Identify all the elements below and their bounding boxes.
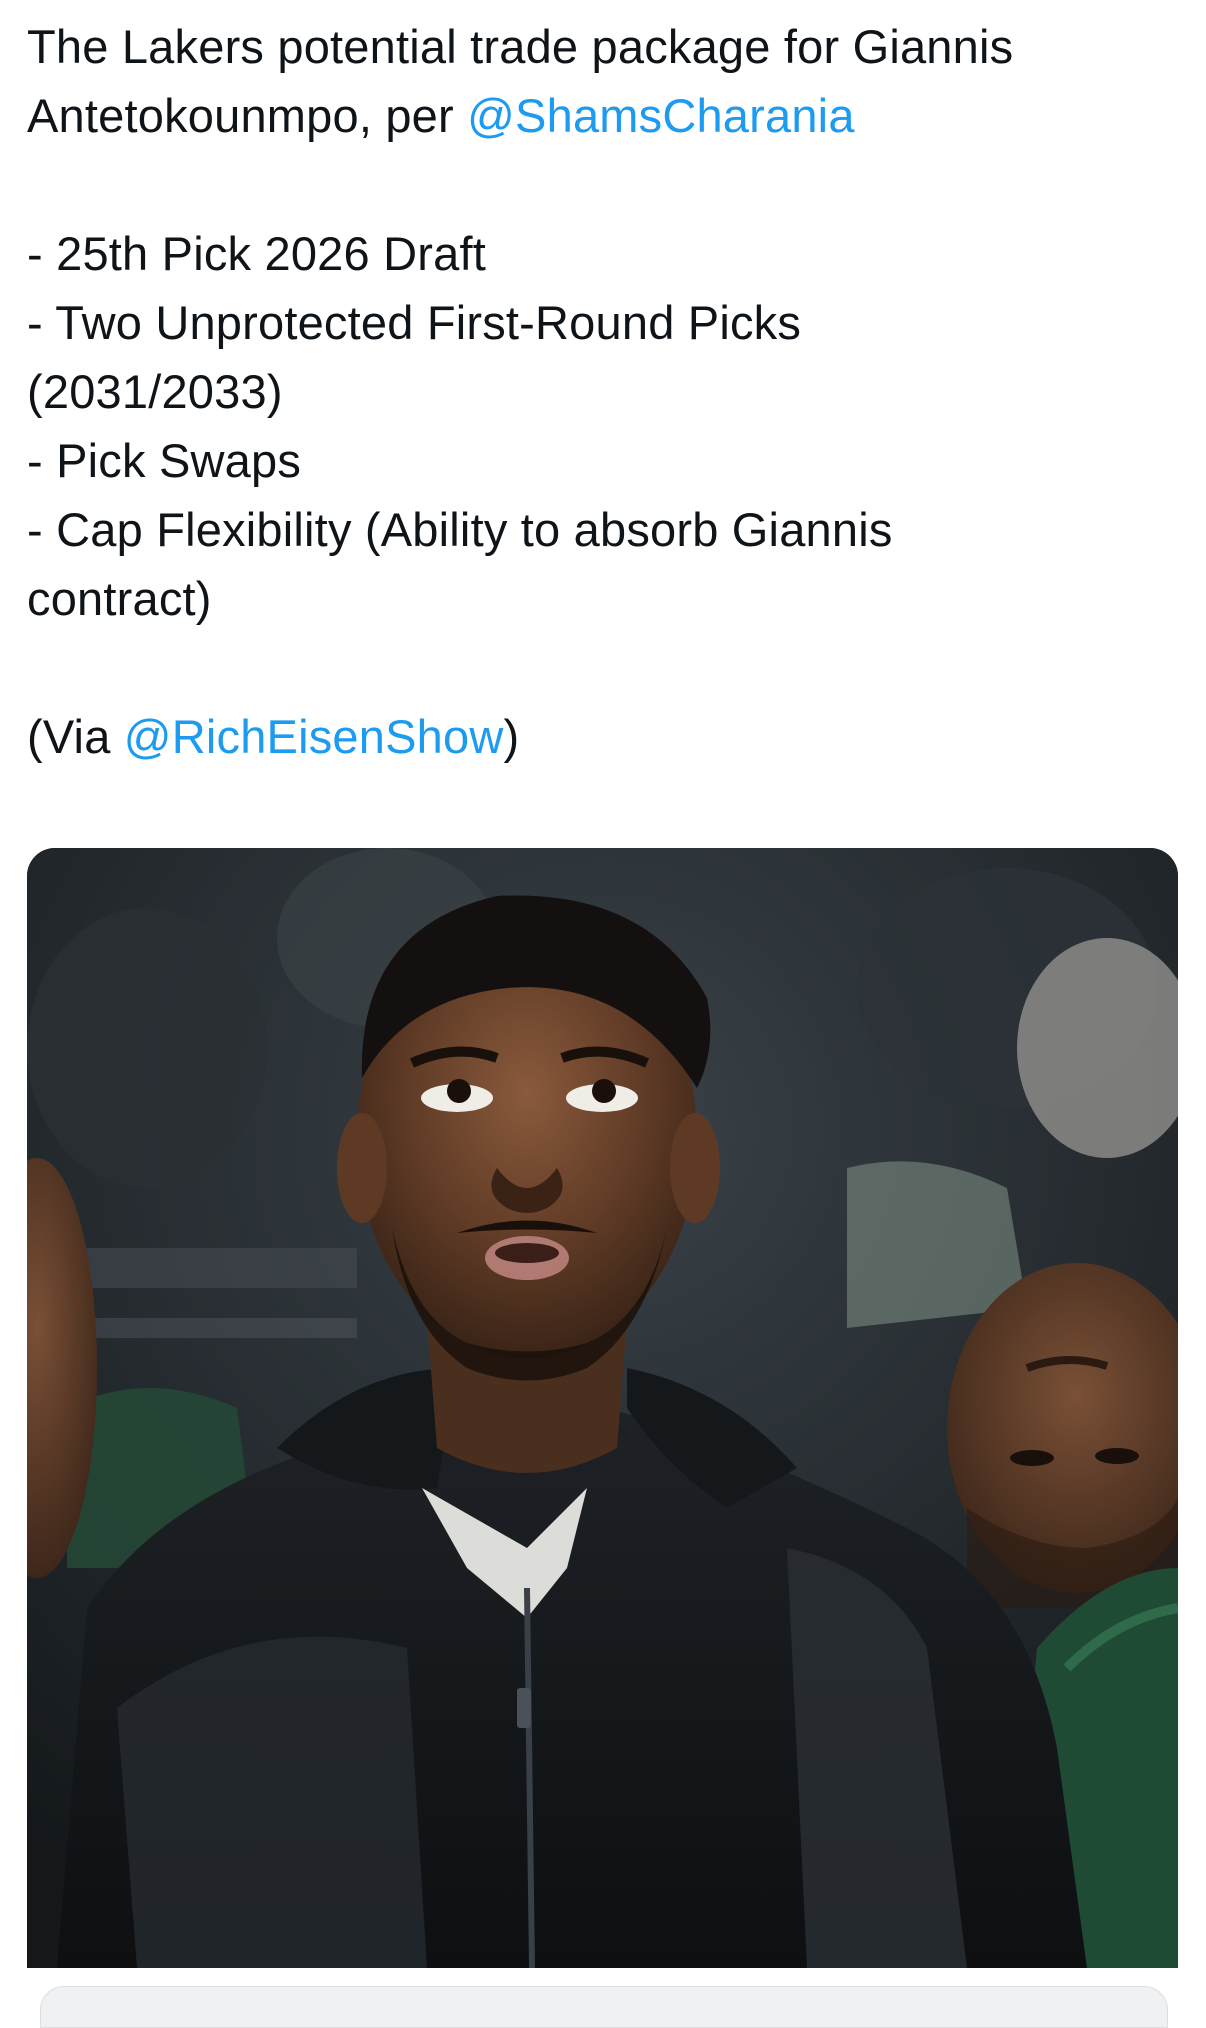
bullet-item: - Cap Flexibility (Ability to absorb Gia… xyxy=(27,503,893,556)
tweet-line: (Via @RichEisenShow) xyxy=(27,702,1177,771)
tweet-line: - Two Unprotected First-Round Picks xyxy=(27,288,1177,357)
bullet-item: - Pick Swaps xyxy=(27,434,302,487)
mention-link-richeisenshow[interactable]: @RichEisenShow xyxy=(124,710,504,763)
bullet-item-cont: contract) xyxy=(27,572,212,625)
tweet-line: - 25th Pick 2026 Draft xyxy=(27,219,1177,288)
tweet-text-line1: The Lakers potential trade package for G… xyxy=(27,20,1014,73)
bullet-item: - 25th Pick 2026 Draft xyxy=(27,227,486,280)
via-suffix: ) xyxy=(503,710,520,763)
tweet-line: - Pick Swaps xyxy=(27,426,1177,495)
tweet-line: (2031/2033) xyxy=(27,357,1177,426)
via-prefix: (Via xyxy=(27,710,124,763)
tweet-line: Antetokounmpo, per @ShamsCharania xyxy=(27,81,1177,150)
tweet-text-line2: Antetokounmpo, per xyxy=(27,89,468,142)
tweet-text: The Lakers potential trade package for G… xyxy=(27,12,1177,771)
bullet-item-cont: (2031/2033) xyxy=(27,365,283,418)
bullet-item: - Two Unprotected First-Round Picks xyxy=(27,296,802,349)
tweet-line: contract) xyxy=(27,564,1177,633)
mention-link-shams[interactable]: @ShamsCharania xyxy=(467,89,855,142)
player-photo-illustration xyxy=(27,848,1178,1968)
next-card-edge xyxy=(40,1986,1168,2028)
tweet-line: - Cap Flexibility (Ability to absorb Gia… xyxy=(27,495,1177,564)
tweet-line: The Lakers potential trade package for G… xyxy=(27,12,1177,81)
tweet-photo[interactable] xyxy=(27,848,1178,1968)
